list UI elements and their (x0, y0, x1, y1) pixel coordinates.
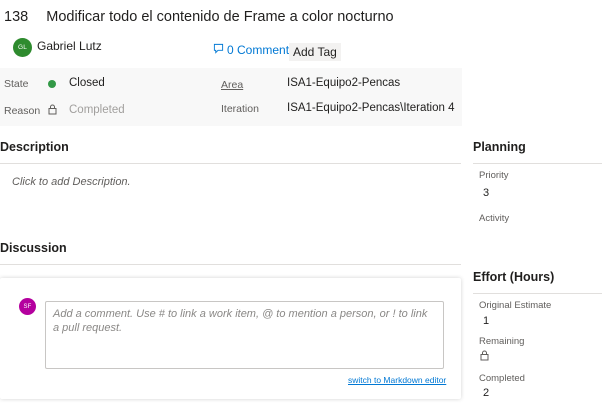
work-item-id: 138 (4, 9, 29, 25)
work-item-header: 138 Modificar todo el contenido de Frame… (4, 9, 394, 25)
current-user-avatar: SF (19, 298, 36, 315)
state-indicator-icon (48, 80, 56, 88)
comment-input[interactable]: Add a comment. Use # to link a work item… (45, 301, 444, 369)
iteration-value[interactable]: ISA1-Equipo2-Pencas\Iteration 4 (287, 102, 455, 114)
area-label: Area (221, 79, 244, 91)
reason-value: Completed (69, 104, 125, 116)
priority-label: Priority (479, 170, 509, 181)
assignee-avatar[interactable]: GL (13, 38, 32, 57)
remaining-lock-icon (480, 350, 489, 361)
reason-label: Reason (4, 105, 41, 117)
description-heading: Description (0, 140, 69, 154)
remaining-label: Remaining (479, 336, 525, 347)
planning-divider (473, 163, 602, 164)
state-value[interactable]: Closed (69, 77, 105, 89)
effort-divider (473, 293, 602, 294)
priority-value[interactable]: 3 (483, 187, 489, 199)
markdown-editor-link[interactable]: switch to Markdown editor (348, 375, 446, 385)
original-estimate-label: Original Estimate (479, 300, 552, 311)
completed-label: Completed (479, 373, 525, 384)
iteration-label: Iteration (221, 103, 259, 115)
area-value[interactable]: ISA1-Equipo2-Pencas (287, 77, 400, 89)
description-divider (0, 163, 461, 164)
effort-heading: Effort (Hours) (473, 270, 555, 284)
completed-value[interactable]: 2 (483, 387, 489, 399)
original-estimate-value[interactable]: 1 (483, 315, 489, 327)
lock-icon (48, 104, 57, 115)
comments-count-label: 0 Comments (227, 43, 296, 57)
work-item-title[interactable]: Modificar todo el contenido de Frame a c… (46, 9, 393, 25)
assignee-name[interactable]: Gabriel Lutz (37, 39, 102, 53)
activity-label: Activity (479, 213, 510, 224)
description-field[interactable]: Click to add Description. (12, 176, 131, 188)
comments-link[interactable]: 0 Comments (213, 43, 295, 57)
discussion-heading: Discussion (0, 241, 67, 255)
discussion-divider (0, 264, 461, 265)
add-tag-button[interactable]: Add Tag (289, 43, 341, 61)
planning-heading: Planning (473, 140, 526, 154)
state-label: State (4, 78, 29, 90)
comment-icon (213, 43, 224, 57)
